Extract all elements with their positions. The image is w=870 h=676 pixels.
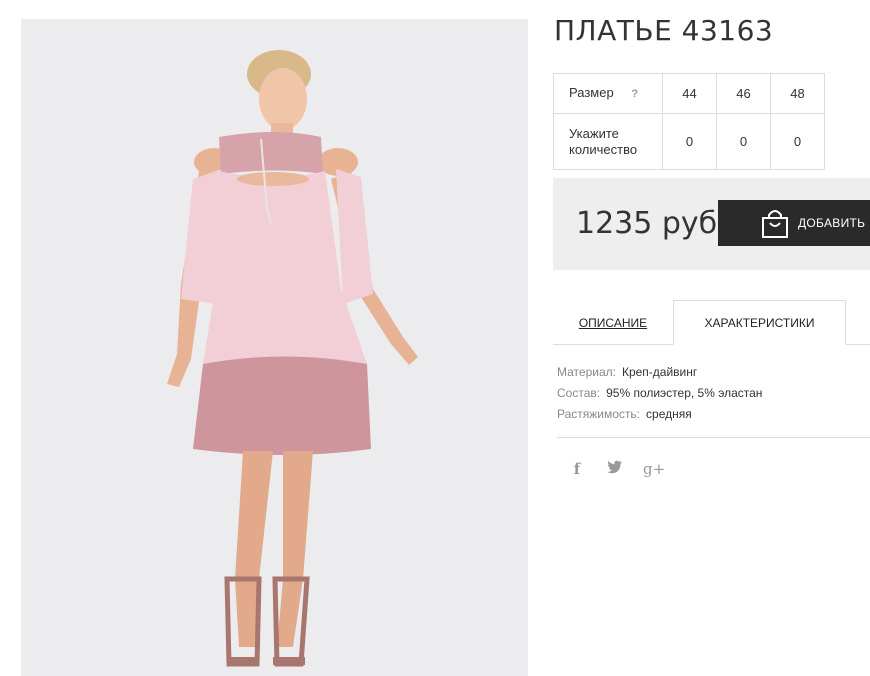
- characteristic-row: Материал: Креп-дайвинг: [557, 362, 762, 383]
- add-to-cart-button[interactable]: ДОБАВИТЬ: [718, 200, 870, 246]
- tab-characteristics[interactable]: ХАРАКТЕРИСТИКИ: [673, 300, 846, 345]
- size-48: 48: [770, 73, 825, 114]
- size-44: 44: [662, 73, 717, 114]
- characteristic-row: Состав: 95% полиэстер, 5% эластан: [557, 383, 762, 404]
- price-box: 1235 руб ДОБАВИТЬ: [553, 178, 870, 270]
- quantity-label-line2: количество: [569, 141, 638, 157]
- quantity-input-46[interactable]: 0: [716, 113, 771, 170]
- social-share: f g+: [567, 460, 665, 478]
- product-title: ПЛАТЬЕ 43163: [554, 14, 774, 47]
- quantity-input-44[interactable]: 0: [662, 113, 717, 170]
- twitter-bird-icon: [607, 460, 622, 474]
- size-help-icon[interactable]: ?: [631, 88, 638, 100]
- add-to-cart-label: ДОБАВИТЬ: [798, 216, 866, 230]
- size-label-cell: Размер ?: [553, 73, 663, 114]
- characteristic-value: 95% полиэстер, 5% эластан: [606, 386, 763, 400]
- characteristic-key: Растяжимость:: [557, 407, 641, 421]
- characteristics-list: Материал: Креп-дайвинг Состав: 95% полиэст…: [557, 362, 762, 425]
- product-photo[interactable]: [21, 19, 528, 676]
- characteristic-key: Материал:: [557, 365, 616, 379]
- product-tabs: ОПИСАНИЕ ХАРАКТЕРИСТИКИ: [553, 300, 870, 345]
- shopping-bag-icon: [762, 210, 788, 238]
- quantity-label-cell: Укажите количество: [553, 113, 663, 170]
- quantity-input-48[interactable]: 0: [770, 113, 825, 170]
- section-divider: [557, 437, 870, 438]
- facebook-icon[interactable]: f: [567, 460, 587, 478]
- twitter-icon[interactable]: [605, 460, 625, 478]
- characteristic-value: Креп-дайвинг: [621, 365, 698, 379]
- size-quantity-table: Размер ? 44 46 48 Укажите количество 0 0…: [553, 73, 825, 170]
- product-price: 1235 руб: [576, 206, 718, 241]
- dress-model-illustration: [167, 50, 418, 667]
- characteristic-row: Растяжимость: средняя: [557, 404, 762, 425]
- google-plus-icon[interactable]: g+: [643, 460, 665, 478]
- characteristic-key: Состав:: [557, 386, 601, 400]
- quantity-label-line1: Укажите: [569, 125, 619, 141]
- tab-description[interactable]: ОПИСАНИЕ: [553, 300, 673, 345]
- size-row: Размер ? 44 46 48: [553, 73, 825, 114]
- quantity-row: Укажите количество 0 0 0: [553, 113, 825, 170]
- size-label: Размер: [569, 85, 614, 100]
- characteristic-value: средняя: [646, 407, 692, 421]
- size-46: 46: [716, 73, 771, 114]
